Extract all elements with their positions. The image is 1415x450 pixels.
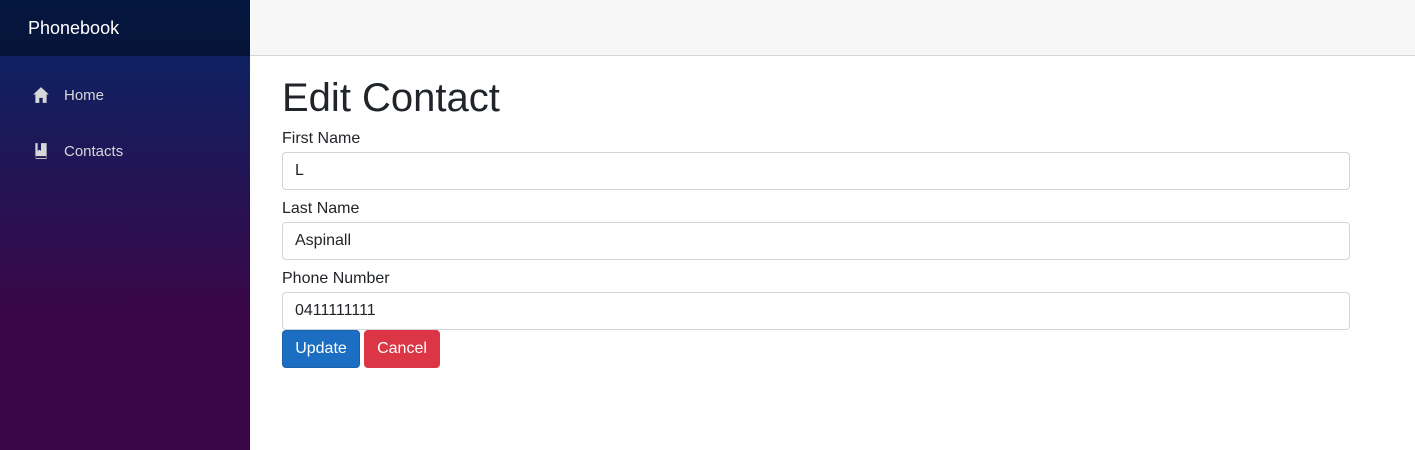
form-actions: Update Cancel <box>282 330 1350 368</box>
main-content: Edit Contact First Name Last Name Phone … <box>282 56 1350 368</box>
home-icon <box>32 86 50 104</box>
update-button[interactable]: Update <box>282 330 360 368</box>
page-title: Edit Contact <box>282 76 500 120</box>
brand-link[interactable]: Phonebook <box>28 18 119 39</box>
brand-bar: Phonebook <box>0 0 250 56</box>
top-row <box>250 0 1415 56</box>
first-name-group: First Name <box>282 129 1350 190</box>
sidebar-item-label: Contacts <box>64 142 124 160</box>
sidebar-item-label: Home <box>64 86 105 104</box>
last-name-input[interactable] <box>282 222 1350 260</box>
sidebar-item-home[interactable]: Home <box>0 67 250 123</box>
phone-input[interactable] <box>282 292 1350 330</box>
first-name-input[interactable] <box>282 152 1350 190</box>
last-name-label: Last Name <box>282 200 360 217</box>
last-name-group: Last Name <box>282 199 1350 260</box>
sidebar-nav: Home Contacts <box>0 56 250 179</box>
first-name-label: First Name <box>282 130 361 147</box>
sidebar: Phonebook Home Contacts <box>0 0 250 450</box>
sidebar-item-contacts[interactable]: Contacts <box>0 123 250 179</box>
cancel-button[interactable]: Cancel <box>364 330 440 368</box>
phone-group: Phone Number <box>282 269 1350 330</box>
phone-label: Phone Number <box>282 270 390 287</box>
book-icon <box>32 142 50 160</box>
